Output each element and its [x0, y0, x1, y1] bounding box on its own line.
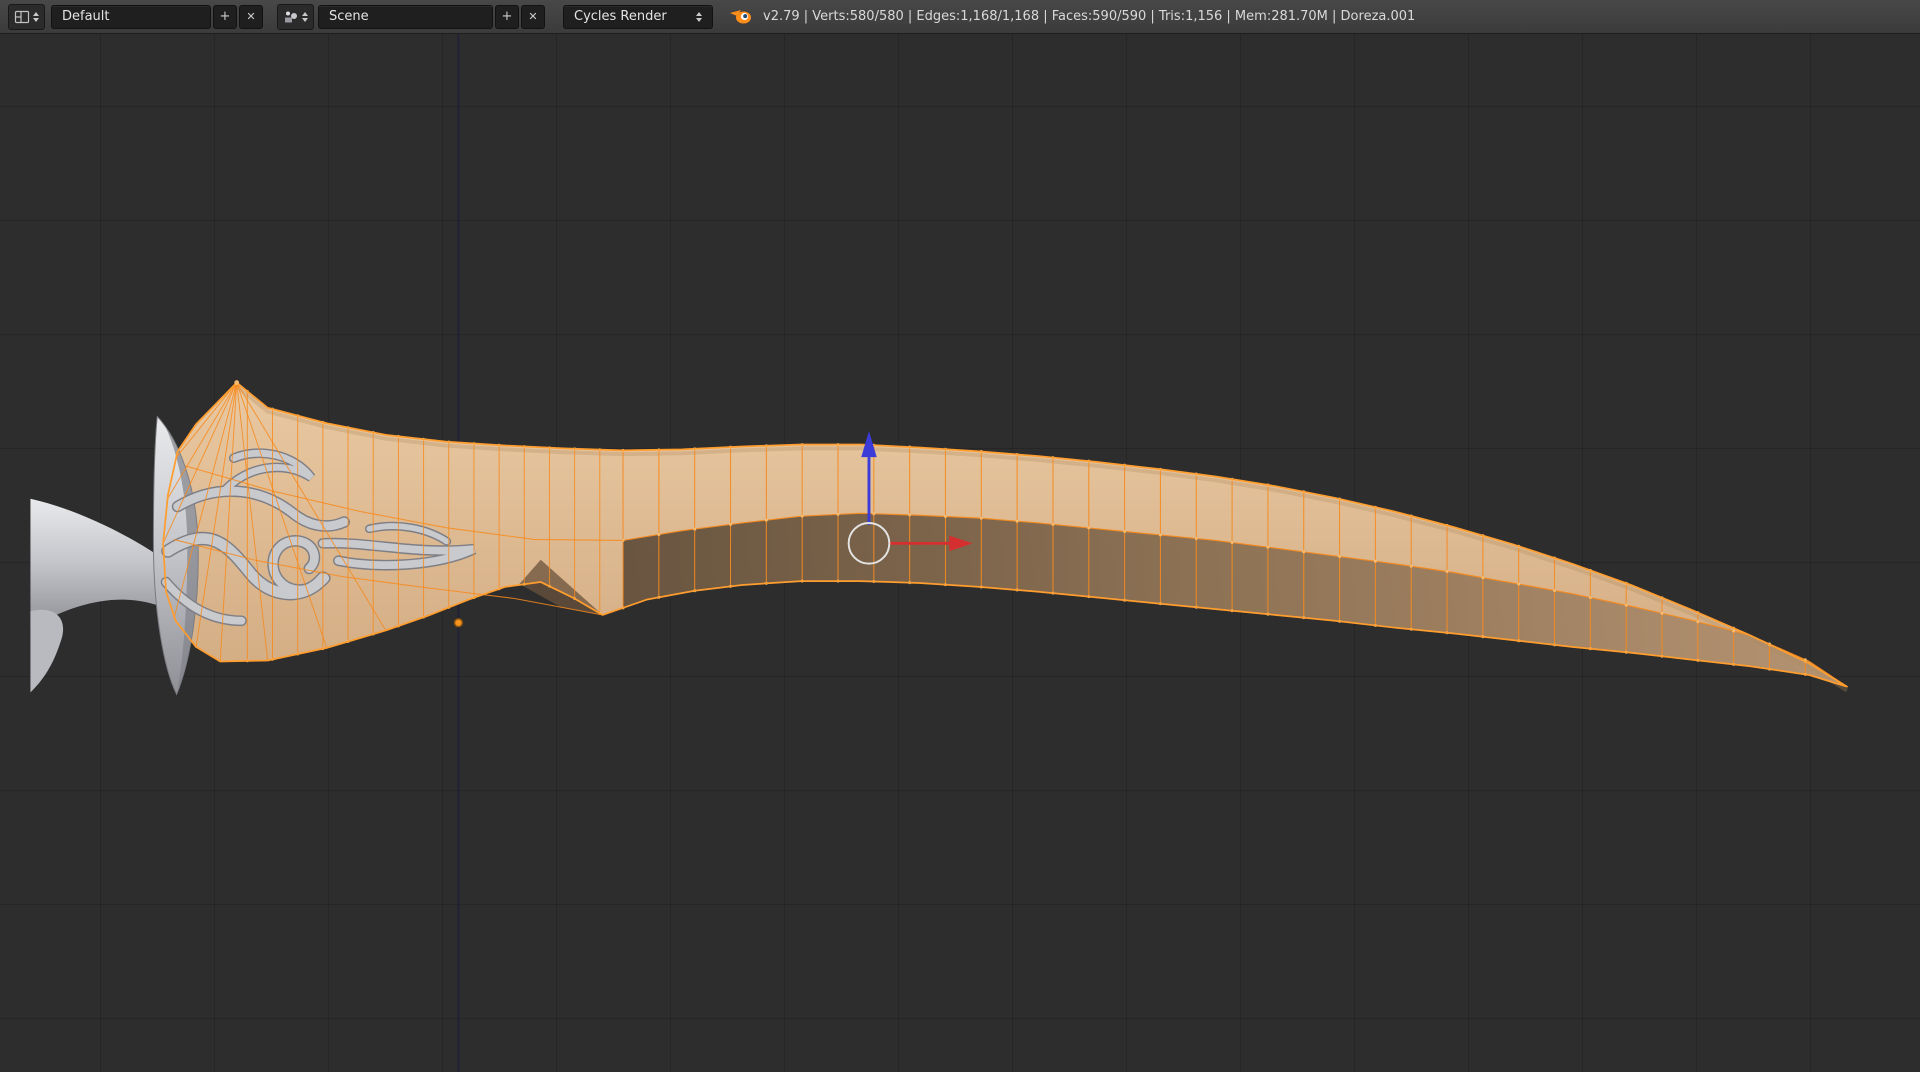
screen-layout-value: Default [62, 9, 110, 24]
editor-type-icon [14, 10, 30, 23]
3d-viewport[interactable] [0, 34, 1920, 1072]
dropdown-arrows-icon [696, 11, 702, 22]
status-stats: v2.79 | Verts:580/580 | Edges:1,168/1,16… [763, 9, 1416, 24]
scene-field[interactable]: Scene [318, 4, 493, 29]
screen-layout-field[interactable]: Default [51, 4, 211, 29]
scene-browse-button[interactable] [277, 3, 314, 30]
editor-type-selector[interactable] [8, 3, 45, 30]
object-origin-dot [453, 618, 464, 628]
updown-arrows-icon [33, 11, 39, 22]
blade-mesh[interactable] [163, 382, 1848, 693]
blender-logo-icon [729, 7, 753, 26]
scene-icon [285, 11, 297, 22]
info-header: Default + ✕ Scene + ✕ Cycles Render v2.7… [0, 0, 1920, 34]
scene-value: Scene [329, 9, 369, 24]
add-scene-button[interactable]: + [495, 4, 519, 29]
handle-grip[interactable] [30, 498, 158, 629]
delete-screen-layout-button[interactable]: ✕ [239, 4, 263, 29]
add-screen-layout-button[interactable]: + [213, 4, 237, 29]
render-engine-selector[interactable]: Cycles Render [563, 4, 713, 29]
viewport-canvas[interactable] [0, 34, 1920, 1072]
pommel-flare[interactable] [30, 609, 64, 693]
updown-arrows-icon [302, 11, 308, 22]
render-engine-value: Cycles Render [574, 9, 667, 24]
delete-scene-button[interactable]: ✕ [521, 4, 545, 29]
